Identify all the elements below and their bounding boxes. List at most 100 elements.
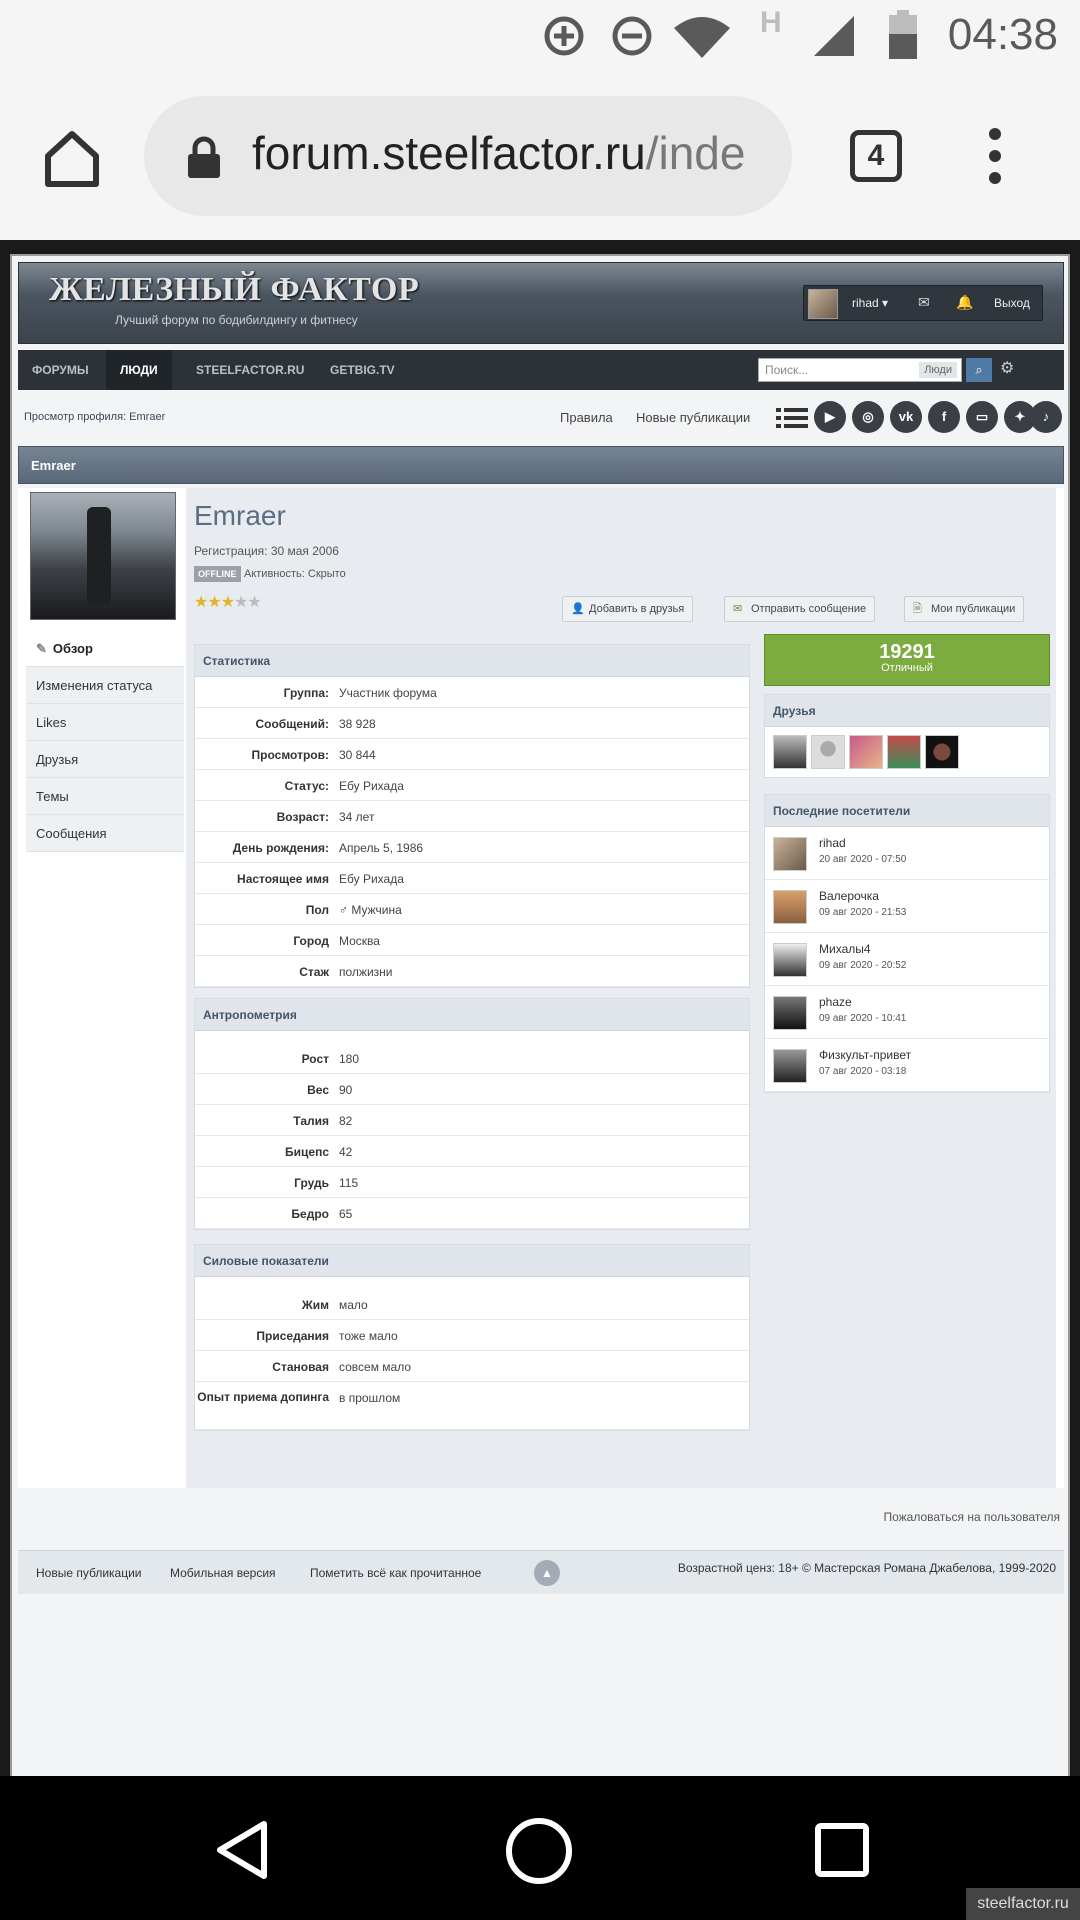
table-row: Стаж полжизни bbox=[195, 956, 749, 987]
side-tab-friends[interactable]: Друзья bbox=[26, 741, 184, 778]
site-logo[interactable]: ЖЕЛЕЗНЫЙ ФАКТОР bbox=[49, 271, 419, 309]
row-label: Рост bbox=[301, 1052, 329, 1066]
power-panel: Силовые показатели Жим мало Приседания тоже… bbox=[194, 1244, 750, 1431]
search-scope[interactable]: Люди bbox=[919, 362, 957, 378]
data-saver-icon bbox=[544, 16, 584, 56]
visitor-name[interactable]: rihad bbox=[819, 836, 846, 850]
footer-mark-read-link[interactable]: Пометить всё как прочитанное bbox=[310, 1566, 481, 1580]
list-item[interactable]: rihad 20 авг 2020 - 07:50 bbox=[765, 827, 1049, 880]
list-item[interactable]: Михалы4 09 авг 2020 - 20:52 bbox=[765, 933, 1049, 986]
row-value: Москва bbox=[339, 934, 380, 948]
row-label: Город bbox=[293, 934, 329, 948]
tiktok-icon[interactable]: ♪ bbox=[1030, 401, 1062, 433]
side-tab-posts[interactable]: Сообщения bbox=[26, 815, 184, 852]
table-row: Становая совсем мало bbox=[195, 1351, 749, 1382]
gear-icon[interactable]: ⚙ bbox=[1000, 358, 1014, 378]
anthro-panel: Антропометрия Рост 180 Вес 90 Талия 82 Бицепс 4… bbox=[194, 998, 750, 1230]
star-icon: ★ bbox=[247, 594, 261, 611]
row-label: Талия bbox=[293, 1114, 329, 1128]
vk-icon[interactable]: vk bbox=[890, 401, 922, 433]
nav-forums[interactable]: ФОРУМЫ bbox=[18, 350, 103, 390]
add-user-icon: 👤 bbox=[571, 603, 585, 615]
row-label: Грудь bbox=[294, 1176, 329, 1190]
side-tab-likes[interactable]: Likes bbox=[26, 704, 184, 741]
profile-name: Emraer bbox=[194, 500, 286, 531]
logout-link[interactable]: Выход bbox=[994, 296, 1030, 310]
friend-avatar[interactable] bbox=[925, 735, 959, 769]
table-row: Настоящее имя Ебу Рихада bbox=[195, 863, 749, 894]
table-row: Пол ♂ Мужчина bbox=[195, 894, 749, 925]
avatar[interactable] bbox=[773, 837, 807, 871]
row-value: Ебу Рихада bbox=[339, 779, 404, 793]
visitor-name[interactable]: phaze bbox=[819, 995, 852, 1009]
username-dropdown[interactable]: rihad ▾ bbox=[852, 296, 888, 310]
nav-steelfactor[interactable]: STEELFACTOR.RU bbox=[182, 350, 318, 390]
report-user-link[interactable]: Пожаловаться на пользователя bbox=[883, 1510, 1060, 1524]
profile-sidebar: ✎ Обзор Изменения статуса Likes Друзья Те… bbox=[26, 488, 184, 1488]
avatar[interactable] bbox=[773, 996, 807, 1030]
list-item[interactable]: Валерочка 09 авг 2020 - 21:53 bbox=[765, 880, 1049, 933]
mail-icon[interactable]: ✉ bbox=[918, 294, 930, 311]
row-label: Просмотров: bbox=[251, 748, 329, 762]
profile-main: Emraer Регистрация: 30 мая 2006 OFFLINE … bbox=[186, 488, 1056, 1488]
side-tab-status[interactable]: Изменения статуса bbox=[26, 667, 184, 704]
row-value: 90 bbox=[339, 1083, 353, 1097]
friend-avatar[interactable] bbox=[887, 735, 921, 769]
friend-avatar[interactable] bbox=[773, 735, 807, 769]
list-icon[interactable] bbox=[776, 406, 808, 430]
profile-photo[interactable] bbox=[30, 492, 176, 620]
row-value: Апрель 5, 1986 bbox=[339, 841, 424, 855]
overflow-menu-icon[interactable] bbox=[980, 128, 1010, 188]
avatar[interactable] bbox=[773, 1049, 807, 1083]
send-message-button[interactable]: ✉ Отправить сообщение bbox=[724, 596, 876, 622]
search-icon[interactable]: ⌕ bbox=[966, 358, 992, 382]
stats-title: Статистика bbox=[195, 645, 749, 677]
list-item[interactable]: Физкульт-привет 07 авг 2020 - 03:18 bbox=[765, 1039, 1049, 1092]
bell-icon[interactable]: 🔔 bbox=[956, 294, 973, 311]
facebook-icon[interactable]: f bbox=[928, 401, 960, 433]
new-publications-link[interactable]: Новые публикации bbox=[636, 410, 750, 425]
back-icon[interactable] bbox=[214, 1820, 270, 1880]
list-item[interactable]: phaze 09 авг 2020 - 10:41 bbox=[765, 986, 1049, 1039]
nav-people[interactable]: ЛЮДИ bbox=[106, 350, 172, 390]
visitor-name[interactable]: Физкульт-привет bbox=[819, 1048, 911, 1062]
rating-stars[interactable]: ★★★★★ bbox=[194, 592, 262, 612]
friend-avatar[interactable] bbox=[811, 735, 845, 769]
visitor-name[interactable]: Валерочка bbox=[819, 889, 879, 903]
avatar[interactable] bbox=[773, 943, 807, 977]
search-input[interactable]: Поиск... Люди bbox=[758, 358, 962, 382]
avatar[interactable] bbox=[808, 289, 838, 319]
tab-switcher-button[interactable]: 4 bbox=[850, 130, 902, 182]
nav-getbig[interactable]: GETBIG.TV bbox=[316, 350, 409, 390]
friend-avatar[interactable] bbox=[849, 735, 883, 769]
visitor-date: 09 авг 2020 - 20:52 bbox=[819, 960, 907, 971]
twitch-icon[interactable]: ▭ bbox=[966, 401, 998, 433]
friends-panel: Друзья bbox=[764, 694, 1050, 778]
avatar[interactable] bbox=[773, 890, 807, 924]
footer-new-pubs-link[interactable]: Новые публикации bbox=[36, 1566, 142, 1580]
address-bar[interactable]: forum.steelfactor.ru/inde bbox=[144, 96, 792, 216]
table-row: Город Москва bbox=[195, 925, 749, 956]
recents-icon[interactable] bbox=[814, 1822, 870, 1878]
browser-toolbar: forum.steelfactor.ru/inde 4 bbox=[0, 72, 1080, 240]
my-publications-button[interactable]: 🗎 Мои публикации bbox=[904, 596, 1025, 622]
youtube-icon[interactable]: ▶ bbox=[814, 401, 846, 433]
visitors-panel: Последние посетители rihad 20 авг 2020 - … bbox=[764, 794, 1050, 1093]
add-friend-button[interactable]: 👤 Добавить в друзья bbox=[562, 596, 694, 622]
side-tab-topics[interactable]: Темы bbox=[26, 778, 184, 815]
footer-mobile-link[interactable]: Мобильная версия bbox=[170, 1566, 276, 1580]
scroll-top-icon[interactable]: ▲ bbox=[534, 1560, 560, 1586]
url-text: forum.steelfactor.ru/inde bbox=[252, 127, 746, 179]
table-row: Статус: Ебу Рихада bbox=[195, 770, 749, 801]
visitor-name[interactable]: Михалы4 bbox=[819, 942, 871, 956]
home-circle-icon[interactable] bbox=[504, 1816, 574, 1886]
table-row: День рождения: Апрель 5, 1986 bbox=[195, 832, 749, 863]
rules-link[interactable]: Правила bbox=[560, 410, 613, 425]
home-icon[interactable] bbox=[40, 126, 104, 190]
table-row: Талия 82 bbox=[195, 1105, 749, 1136]
instagram-icon[interactable]: ◎ bbox=[852, 401, 884, 433]
table-row: Бицепс 42 bbox=[195, 1136, 749, 1167]
reputation-label: Отличный bbox=[881, 662, 933, 674]
side-tab-overview[interactable]: ✎ Обзор bbox=[26, 630, 184, 667]
row-label: Вес bbox=[307, 1083, 329, 1097]
